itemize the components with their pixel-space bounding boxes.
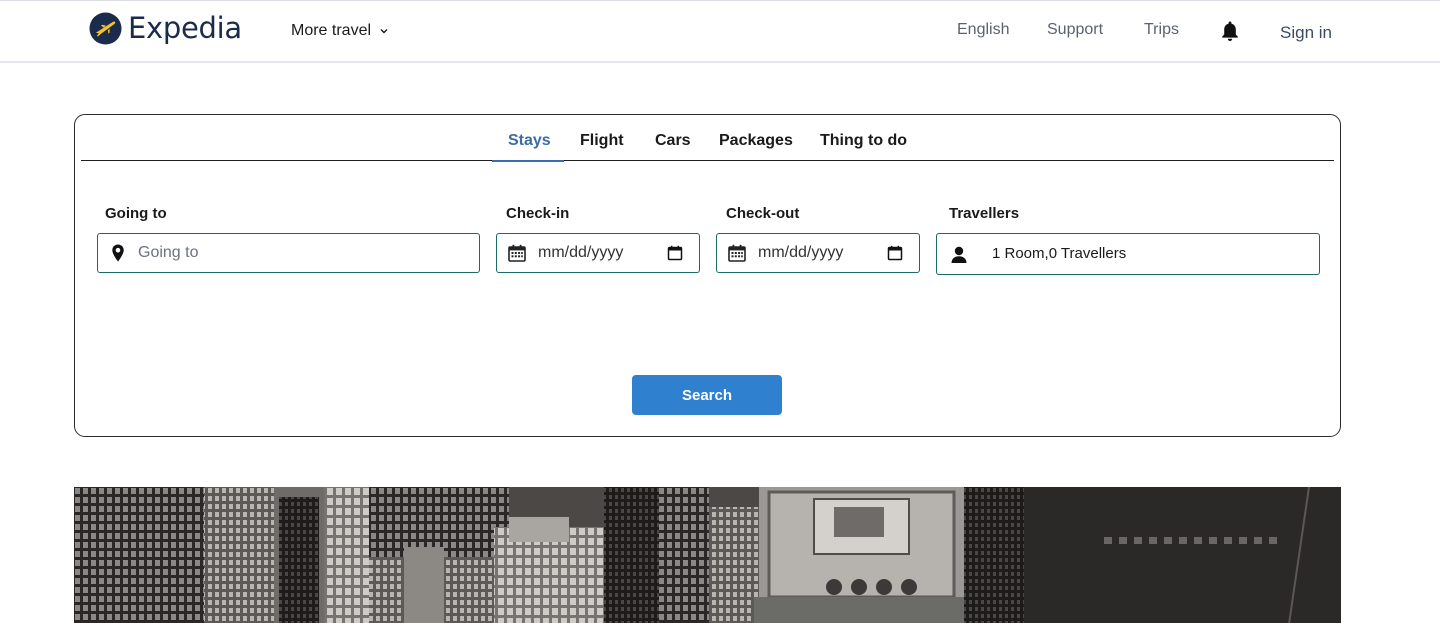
expedia-plane-logo-icon	[89, 11, 122, 45]
check-out-value: mm/dd/yyyy	[758, 244, 844, 261]
travellers-value: 1 Room,0 Travellers	[992, 245, 1127, 262]
hero-city-image	[74, 487, 1341, 623]
check-in-label: Check-in	[506, 205, 570, 222]
expedia-logo[interactable]: Expedia	[89, 11, 242, 45]
top-header: Expedia More travel English Support Trip…	[0, 1, 1440, 63]
check-out-field[interactable]: mm/dd/yyyy	[716, 233, 920, 273]
tab-stays[interactable]: Stays	[508, 132, 551, 150]
check-in-value: mm/dd/yyyy	[538, 244, 624, 261]
calendar-icon	[508, 244, 526, 262]
travellers-label: Travellers	[949, 205, 1020, 222]
tab-things-to-do[interactable]: Thing to do	[820, 132, 907, 150]
tab-flight[interactable]: Flight	[580, 132, 624, 150]
calendar-icon	[728, 244, 746, 262]
date-picker-icon[interactable]	[667, 245, 683, 261]
more-travel-label: More travel	[291, 22, 372, 39]
chevron-down-icon	[380, 29, 388, 34]
check-out-label: Check-out	[726, 205, 800, 222]
going-to-label: Going to	[105, 205, 167, 222]
travellers-field[interactable]: 1 Room,0 Travellers	[936, 233, 1320, 275]
nav-english[interactable]: English	[957, 21, 1009, 39]
city-skyline-picture	[74, 487, 1341, 623]
active-tab-indicator	[492, 160, 564, 162]
nav-support[interactable]: Support	[1047, 21, 1103, 39]
sign-in-link[interactable]: Sign in	[1280, 23, 1332, 43]
tabs-divider	[81, 160, 1334, 161]
tab-packages[interactable]: Packages	[719, 132, 793, 150]
notification-bell-icon[interactable]	[1218, 19, 1242, 43]
logo-text: Expedia	[128, 11, 242, 45]
tab-cars[interactable]: Cars	[655, 132, 691, 150]
search-card: Stays Flight Cars Packages Thing to do G…	[74, 114, 1341, 437]
search-button[interactable]: Search	[632, 375, 782, 415]
nav-trips[interactable]: Trips	[1144, 21, 1179, 39]
location-pin-icon	[112, 244, 124, 262]
date-picker-icon[interactable]	[887, 245, 903, 261]
going-to-input[interactable]	[98, 234, 479, 272]
check-in-field[interactable]: mm/dd/yyyy	[496, 233, 700, 273]
going-to-field[interactable]	[97, 233, 480, 273]
more-travel-menu[interactable]: More travel	[291, 22, 389, 40]
person-icon	[951, 246, 967, 263]
